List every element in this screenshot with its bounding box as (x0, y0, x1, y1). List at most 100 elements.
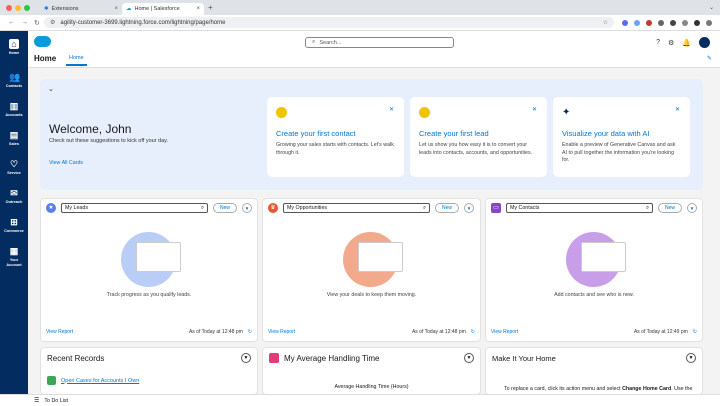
dropdown-chevron-icon[interactable]: ▼ (686, 353, 696, 363)
panel-caption: View your deals to keep them moving. (326, 292, 417, 298)
tab-salesforce-home[interactable]: ☁ Home | Salesforce × (122, 3, 204, 15)
edit-pencil-icon[interactable]: ✎ (707, 55, 712, 62)
close-window-button[interactable] (6, 4, 12, 11)
dropdown-chevron-icon[interactable]: ▼ (242, 203, 253, 213)
close-icon[interactable]: × (114, 6, 118, 12)
suggestion-card-ai[interactable]: ✦ ✕ Visualize your data with AI Enable a… (553, 97, 690, 177)
refresh-icon[interactable]: ↻ (248, 329, 252, 335)
site-info-icon[interactable]: ⚙ (50, 19, 55, 26)
address-bar[interactable]: ⚙ agility-customer-3699.lightning.force.… (44, 17, 614, 28)
dropdown-chevron-icon[interactable]: ▼ (464, 353, 474, 363)
card-title[interactable]: Create your first lead (419, 129, 538, 138)
panel-footer: View Report As of Today at 12:48 pm ↻ (268, 329, 475, 335)
card-description: Let us show you how easy it is to conver… (419, 142, 533, 156)
close-icon[interactable]: ✕ (532, 106, 537, 113)
tab-extensions[interactable]: ✱ Extensions × (40, 3, 122, 15)
collapse-chevron-icon[interactable]: ⌄ (48, 85, 54, 93)
refresh-icon[interactable]: ↻ (471, 329, 475, 335)
extension-icon[interactable] (646, 19, 652, 26)
extensions-puzzle-icon[interactable] (670, 19, 676, 26)
extension-icon[interactable] (658, 19, 664, 26)
global-header: ⌕ Search... ? ⚙ 🔔 Home Home ✎ (28, 31, 720, 68)
view-report-link[interactable]: View Report (268, 329, 295, 335)
search-icon: ⌕ (646, 204, 649, 211)
back-icon[interactable]: ← (8, 19, 15, 27)
card-title[interactable]: Create your first contact (276, 129, 395, 138)
search-icon: ⌕ (423, 204, 426, 211)
close-icon[interactable]: × (196, 6, 200, 12)
as-of-timestamp: As of Today at 12:48 pm (188, 329, 243, 335)
suggestion-card-contact[interactable]: ✕ Create your first contact Growing your… (267, 97, 404, 177)
profile-icon[interactable] (694, 19, 700, 26)
forward-icon[interactable]: → (21, 19, 28, 27)
list-view-select[interactable]: My Contacts ⌕ (506, 203, 653, 213)
extension-icon[interactable] (634, 19, 640, 26)
todo-list-button[interactable]: To Do List (44, 398, 68, 404)
panel-header: ▭ My Contacts ⌕ New ▼ (491, 203, 707, 213)
new-button[interactable]: New (435, 203, 460, 213)
nav-item-sales[interactable]: ▤ Sales (0, 130, 28, 146)
list-view-select[interactable]: My Opportunities ⌕ (283, 203, 430, 213)
menu-icon[interactable] (706, 19, 712, 26)
nav-item-your-account[interactable]: ▦ Your Account (0, 246, 28, 268)
list-view-select[interactable]: My Leads ⌕ (61, 203, 208, 213)
nav-buttons: ← → ↻ (0, 19, 44, 27)
search-icon: ⌕ (201, 204, 204, 211)
search-icon: ⌕ (312, 39, 316, 45)
tab-search-chevron-icon[interactable]: ⌄ (709, 4, 714, 11)
sidebar-icon[interactable] (682, 19, 688, 26)
handling-time-icon (269, 353, 279, 363)
commerce-icon: ⊞ (10, 217, 18, 227)
dropdown-chevron-icon[interactable]: ▼ (241, 353, 251, 363)
chart-subtitle: Average Handling Time (Hours) (334, 384, 409, 390)
salesforce-app: ⌂ Home 👥 Contacts ▥ Accounts ▤ Sales ♡ S… (0, 31, 720, 406)
nav-item-home[interactable]: ⌂ Home (0, 39, 28, 55)
help-icon[interactable]: ? (656, 39, 660, 46)
minimize-window-button[interactable] (15, 4, 21, 11)
average-handling-time-panel: My Average Handling Time ▼ Average Handl… (262, 347, 481, 395)
nav-item-outreach[interactable]: ✉ Outreach (0, 188, 28, 204)
sales-icon: ▤ (9, 130, 19, 140)
salesforce-cloud-icon: ☁ (126, 6, 132, 12)
nav-item-accounts[interactable]: ▥ Accounts (0, 101, 28, 117)
nav-item-contacts[interactable]: 👥 Contacts (0, 72, 28, 88)
nav-item-commerce[interactable]: ⊞ Commerce (0, 217, 28, 233)
maximize-window-button[interactable] (24, 4, 30, 11)
recent-record-item[interactable]: Open Cases for Accounts I Own (47, 376, 139, 385)
app-title: Home (34, 54, 57, 63)
my-contacts-panel: ▭ My Contacts ⌕ New ▼ Add contacts and se… (485, 198, 703, 342)
salesforce-logo[interactable] (34, 36, 51, 47)
home-icon: ⌂ (9, 39, 19, 49)
view-report-link[interactable]: View Report (491, 329, 518, 335)
panel-header: ★ My Leads ⌕ New ▼ (46, 203, 262, 213)
puzzle-icon: ✱ (44, 6, 49, 12)
nav-item-service[interactable]: ♡ Service (0, 159, 28, 175)
dropdown-chevron-icon[interactable]: ▼ (687, 203, 698, 213)
browser-tab-bar: ✱ Extensions × ☁ Home | Salesforce × + ⌄ (0, 0, 720, 15)
reload-icon[interactable]: ↻ (34, 19, 40, 27)
new-button[interactable]: New (658, 203, 683, 213)
dropdown-chevron-icon[interactable]: ▼ (464, 203, 475, 213)
opportunities-illustration (318, 227, 428, 287)
card-title[interactable]: Visualize your data with AI (562, 129, 681, 138)
new-tab-button[interactable]: + (208, 3, 213, 12)
bell-icon[interactable]: 🔔 (682, 39, 691, 47)
close-icon[interactable]: ✕ (675, 106, 680, 113)
panel-title: Make It Your Home (492, 354, 556, 363)
global-search-input[interactable]: ⌕ Search... (305, 37, 454, 48)
report-icon (47, 376, 56, 385)
bookmark-star-icon[interactable]: ☆ (603, 19, 608, 26)
suggestion-card-lead[interactable]: ✕ Create your first lead Let us show you… (410, 97, 547, 177)
view-report-link[interactable]: View Report (46, 329, 73, 335)
refresh-icon[interactable]: ↻ (693, 329, 697, 335)
tab-home[interactable]: Home (66, 55, 87, 66)
as-of-timestamp: As of Today at 12:48 pm (411, 329, 466, 335)
avatar[interactable] (699, 37, 710, 48)
new-button[interactable]: New (213, 203, 238, 213)
todo-list-icon[interactable]: ☰ (34, 397, 39, 404)
close-icon[interactable]: ✕ (389, 106, 394, 113)
view-all-cards-link[interactable]: View All Cards (49, 160, 83, 166)
gear-icon[interactable]: ⚙ (668, 39, 674, 47)
extension-icon[interactable] (622, 19, 628, 26)
panel-caption: Track progress as you qualify leads. (106, 292, 192, 298)
